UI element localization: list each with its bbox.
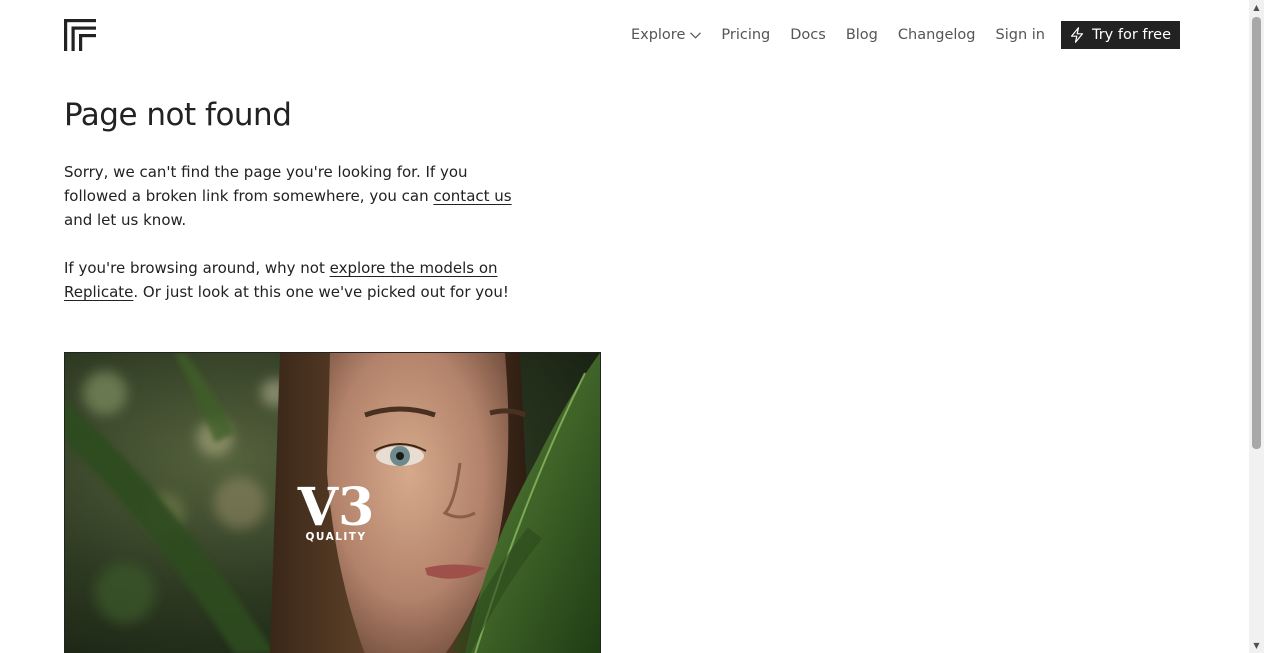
lightning-bolt-icon [1070,27,1084,43]
contact-us-link[interactable]: contact us [433,187,511,205]
nav-sign-in[interactable]: Sign in [996,21,1045,49]
vertical-scrollbar[interactable]: ▲ ▼ [1249,0,1264,653]
replicate-logo-icon[interactable] [64,19,96,51]
try-for-free-label: Try for free [1091,27,1171,43]
try-for-free-button[interactable]: Try for free [1060,21,1180,49]
apology-text-end: and let us know. [64,211,187,229]
portrait-photo: V3 QUALITY [65,353,600,653]
overlay-title: V3 [297,477,375,538]
nav-blog[interactable]: Blog [846,21,878,49]
nav-explore[interactable]: Explore [630,21,702,49]
apology-text: Sorry, we can't find the page you're loo… [64,163,468,205]
nav-docs[interactable]: Docs [790,21,826,49]
v3-quality-overlay: V3 QUALITY [297,477,375,543]
nav-pricing[interactable]: Pricing [721,21,770,49]
page-title: Page not found [64,97,292,133]
scroll-down-icon[interactable]: ▼ [1249,638,1264,653]
overlay-subtitle: QUALITY [305,531,366,543]
featured-model-image[interactable]: V3 QUALITY [64,352,601,653]
browse-text: If you're browsing around, why not [64,259,330,277]
page: Explore Pricing Docs Blog Changelog Sign… [0,0,1264,653]
scroll-up-icon[interactable]: ▲ [1249,0,1264,15]
scrollbar-thumb[interactable] [1252,17,1261,449]
browse-paragraph: If you're browsing around, why not explo… [64,256,524,304]
apology-paragraph: Sorry, we can't find the page you're loo… [64,160,524,232]
chevron-down-icon [690,31,702,39]
nav-explore-label: Explore [630,27,686,43]
nav-changelog[interactable]: Changelog [898,21,976,49]
main-nav: Explore Pricing Docs Blog Changelog Sign… [631,21,1180,49]
browse-text-end: . Or just look at this one we've picked … [133,283,509,301]
site-header: Explore Pricing Docs Blog Changelog Sign… [0,0,1249,70]
